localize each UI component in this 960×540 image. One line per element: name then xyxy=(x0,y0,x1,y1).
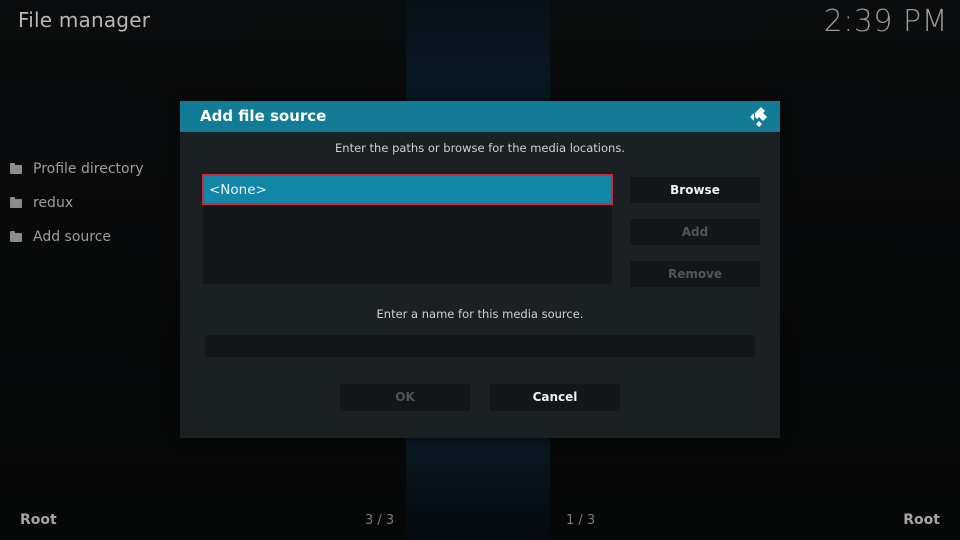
source-item-redux[interactable]: redux xyxy=(10,186,144,220)
source-item-label: Profile directory xyxy=(33,161,144,177)
kodi-logo-icon xyxy=(750,107,767,127)
page-title: File manager xyxy=(18,8,151,32)
cancel-button[interactable]: Cancel xyxy=(490,384,620,411)
paths-list[interactable]: <None> xyxy=(202,174,613,284)
source-name-input[interactable] xyxy=(205,335,755,357)
ok-button[interactable]: OK xyxy=(340,384,470,411)
folder-icon xyxy=(10,230,22,242)
name-instruction: Enter a name for this media source. xyxy=(376,307,584,321)
clock: 2:39 PM xyxy=(823,4,948,39)
source-item-label: Add source xyxy=(33,229,112,245)
add-button[interactable]: Add xyxy=(630,219,760,245)
folder-icon xyxy=(10,196,22,208)
browse-button[interactable]: Browse xyxy=(630,177,760,203)
source-item-profile-directory[interactable]: Profile directory xyxy=(10,152,144,186)
footer-left-path: Root xyxy=(20,512,57,528)
dialog-header: Add file source xyxy=(180,101,780,132)
footer-left-count: 3 / 3 xyxy=(365,513,395,528)
paths-instruction: Enter the paths or browse for the media … xyxy=(335,141,625,155)
path-list-item[interactable]: <None> xyxy=(202,174,613,205)
source-list: Profile directory redux Add source xyxy=(10,152,144,254)
source-item-add-source[interactable]: Add source xyxy=(10,220,144,254)
path-item-label: <None> xyxy=(209,182,267,198)
dialog-title: Add file source xyxy=(200,107,327,125)
footer-right-path: Root xyxy=(903,512,940,528)
source-item-label: redux xyxy=(33,195,74,211)
add-file-source-dialog: Add file source Enter the paths or brows… xyxy=(180,101,780,438)
folder-icon xyxy=(10,162,22,174)
remove-button[interactable]: Remove xyxy=(630,261,760,287)
footer-right-count: 1 / 3 xyxy=(566,513,596,528)
